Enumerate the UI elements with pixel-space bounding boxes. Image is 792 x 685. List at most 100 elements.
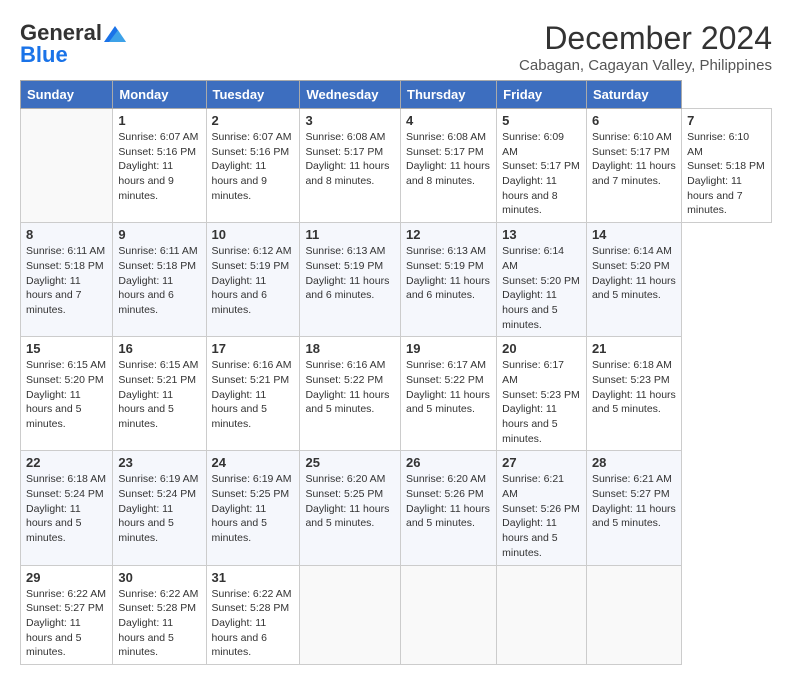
calendar-cell: [497, 565, 587, 664]
day-info: Sunrise: 6:13 AMSunset: 5:19 PMDaylight:…: [406, 244, 491, 303]
day-info: Sunrise: 6:18 AMSunset: 5:23 PMDaylight:…: [592, 358, 676, 417]
day-number: 16: [118, 341, 200, 356]
calendar-cell: 23 Sunrise: 6:19 AMSunset: 5:24 PMDayligh…: [113, 451, 206, 565]
calendar-cell: 7Sunrise: 6:10 AMSunset: 5:18 PMDaylight…: [682, 109, 772, 223]
day-number: 2: [212, 113, 295, 128]
calendar-cell: 14 Sunrise: 6:14 AMSunset: 5:20 PMDayligh…: [586, 223, 681, 337]
calendar-header-row: SundayMondayTuesdayWednesdayThursdayFrid…: [21, 81, 772, 109]
day-number: 13: [502, 227, 581, 242]
week-row-1: 8 Sunrise: 6:11 AMSunset: 5:18 PMDaylight…: [21, 223, 772, 337]
calendar-cell: 4 Sunrise: 6:08 AMSunset: 5:17 PMDaylight…: [401, 109, 497, 223]
column-header-sunday: Sunday: [21, 81, 113, 109]
calendar-cell: 24 Sunrise: 6:19 AMSunset: 5:25 PMDayligh…: [206, 451, 300, 565]
day-number: 12: [406, 227, 491, 242]
day-number: 19: [406, 341, 491, 356]
day-info: Sunrise: 6:15 AMSunset: 5:20 PMDaylight:…: [26, 358, 107, 431]
logo-icon: [104, 26, 126, 42]
calendar-cell: 3Sunrise: 6:08 AMSunset: 5:17 PMDaylight…: [300, 109, 401, 223]
day-info: Sunrise: 6:17 AMSunset: 5:23 PMDaylight:…: [502, 358, 581, 446]
day-info: Sunrise: 6:07 AMSunset: 5:16 PMDaylight:…: [212, 130, 295, 203]
day-info: Sunrise: 6:11 AMSunset: 5:18 PMDaylight:…: [118, 244, 200, 317]
calendar-cell: 11 Sunrise: 6:13 AMSunset: 5:19 PMDayligh…: [300, 223, 401, 337]
page-header: General Blue December 2024 Cabagan, Caga…: [20, 20, 772, 74]
day-number: 20: [502, 341, 581, 356]
title-section: December 2024 Cabagan, Cagayan Valley, P…: [519, 20, 772, 74]
day-info: Sunrise: 6:16 AMSunset: 5:22 PMDaylight:…: [305, 358, 395, 417]
calendar-cell: 6Sunrise: 6:10 AMSunset: 5:17 PMDaylight…: [586, 109, 681, 223]
column-header-monday: Monday: [113, 81, 206, 109]
column-header-saturday: Saturday: [586, 81, 681, 109]
day-number: 24: [212, 455, 295, 470]
day-info: Sunrise: 6:12 AMSunset: 5:19 PMDaylight:…: [212, 244, 295, 317]
day-number: 27: [502, 455, 581, 470]
day-info: Sunrise: 6:13 AMSunset: 5:19 PMDaylight:…: [305, 244, 395, 303]
calendar-cell: 18 Sunrise: 6:16 AMSunset: 5:22 PMDayligh…: [300, 337, 401, 451]
calendar-cell: 13 Sunrise: 6:14 AMSunset: 5:20 PMDayligh…: [497, 223, 587, 337]
day-number: 17: [212, 341, 295, 356]
calendar-cell: 5 Sunrise: 6:09 AMSunset: 5:17 PMDaylight…: [497, 109, 587, 223]
day-info: Sunrise: 6:15 AMSunset: 5:21 PMDaylight:…: [118, 358, 200, 431]
day-info: Sunrise: 6:19 AMSunset: 5:24 PMDaylight:…: [118, 472, 200, 545]
calendar-cell: 19Sunrise: 6:17 AMSunset: 5:22 PMDayligh…: [401, 337, 497, 451]
day-number: 30: [118, 570, 200, 585]
calendar-cell: 1Sunrise: 6:07 AMSunset: 5:16 PMDaylight…: [113, 109, 206, 223]
day-number: 22: [26, 455, 107, 470]
day-number: 14: [592, 227, 676, 242]
column-header-tuesday: Tuesday: [206, 81, 300, 109]
calendar-cell: 9 Sunrise: 6:11 AMSunset: 5:18 PMDaylight…: [113, 223, 206, 337]
day-info: Sunrise: 6:14 AMSunset: 5:20 PMDaylight:…: [502, 244, 581, 332]
week-row-3: 22 Sunrise: 6:18 AMSunset: 5:24 PMDayligh…: [21, 451, 772, 565]
day-number: 26: [406, 455, 491, 470]
day-number: 25: [305, 455, 395, 470]
day-info: Sunrise: 6:08 AMSunset: 5:17 PMDaylight:…: [406, 130, 491, 189]
calendar-cell: 28Sunrise: 6:21 AMSunset: 5:27 PMDayligh…: [586, 451, 681, 565]
day-number: 18: [305, 341, 395, 356]
calendar-cell: 15 Sunrise: 6:15 AMSunset: 5:20 PMDayligh…: [21, 337, 113, 451]
day-info: Sunrise: 6:10 AMSunset: 5:17 PMDaylight:…: [592, 130, 676, 189]
day-number: 11: [305, 227, 395, 242]
calendar-table: SundayMondayTuesdayWednesdayThursdayFrid…: [20, 80, 772, 665]
day-number: 29: [26, 570, 107, 585]
day-info: Sunrise: 6:18 AMSunset: 5:24 PMDaylight:…: [26, 472, 107, 545]
calendar-cell: [21, 109, 113, 223]
day-number: 15: [26, 341, 107, 356]
day-info: Sunrise: 6:11 AMSunset: 5:18 PMDaylight:…: [26, 244, 107, 317]
column-header-wednesday: Wednesday: [300, 81, 401, 109]
day-number: 9: [118, 227, 200, 242]
week-row-0: 1Sunrise: 6:07 AMSunset: 5:16 PMDaylight…: [21, 109, 772, 223]
calendar-cell: 26 Sunrise: 6:20 AMSunset: 5:26 PMDayligh…: [401, 451, 497, 565]
day-info: Sunrise: 6:19 AMSunset: 5:25 PMDaylight:…: [212, 472, 295, 545]
day-number: 7: [687, 113, 766, 128]
column-header-thursday: Thursday: [401, 81, 497, 109]
calendar-cell: [586, 565, 681, 664]
day-number: 5: [502, 113, 581, 128]
day-info: Sunrise: 6:22 AMSunset: 5:28 PMDaylight:…: [118, 587, 200, 660]
day-info: Sunrise: 6:14 AMSunset: 5:20 PMDaylight:…: [592, 244, 676, 303]
calendar-cell: 21Sunrise: 6:18 AMSunset: 5:23 PMDayligh…: [586, 337, 681, 451]
day-info: Sunrise: 6:20 AMSunset: 5:26 PMDaylight:…: [406, 472, 491, 531]
calendar-cell: 25Sunrise: 6:20 AMSunset: 5:25 PMDayligh…: [300, 451, 401, 565]
day-info: Sunrise: 6:16 AMSunset: 5:21 PMDaylight:…: [212, 358, 295, 431]
calendar-cell: 22 Sunrise: 6:18 AMSunset: 5:24 PMDayligh…: [21, 451, 113, 565]
day-info: Sunrise: 6:07 AMSunset: 5:16 PMDaylight:…: [118, 130, 200, 203]
day-number: 3: [305, 113, 395, 128]
calendar-cell: 29 Sunrise: 6:22 AMSunset: 5:27 PMDayligh…: [21, 565, 113, 664]
day-number: 10: [212, 227, 295, 242]
week-row-4: 29 Sunrise: 6:22 AMSunset: 5:27 PMDayligh…: [21, 565, 772, 664]
calendar-cell: 2 Sunrise: 6:07 AMSunset: 5:16 PMDaylight…: [206, 109, 300, 223]
day-number: 31: [212, 570, 295, 585]
main-title: December 2024: [519, 20, 772, 57]
calendar-cell: 31Sunrise: 6:22 AMSunset: 5:28 PMDayligh…: [206, 565, 300, 664]
calendar-cell: 17 Sunrise: 6:16 AMSunset: 5:21 PMDayligh…: [206, 337, 300, 451]
day-number: 23: [118, 455, 200, 470]
day-number: 28: [592, 455, 676, 470]
day-info: Sunrise: 6:09 AMSunset: 5:17 PMDaylight:…: [502, 130, 581, 218]
week-row-2: 15 Sunrise: 6:15 AMSunset: 5:20 PMDayligh…: [21, 337, 772, 451]
logo-blue: Blue: [20, 42, 68, 68]
day-info: Sunrise: 6:22 AMSunset: 5:27 PMDaylight:…: [26, 587, 107, 660]
calendar-cell: 16 Sunrise: 6:15 AMSunset: 5:21 PMDayligh…: [113, 337, 206, 451]
calendar-cell: 27Sunrise: 6:21 AMSunset: 5:26 PMDayligh…: [497, 451, 587, 565]
day-number: 8: [26, 227, 107, 242]
calendar-cell: 12 Sunrise: 6:13 AMSunset: 5:19 PMDayligh…: [401, 223, 497, 337]
day-number: 4: [406, 113, 491, 128]
